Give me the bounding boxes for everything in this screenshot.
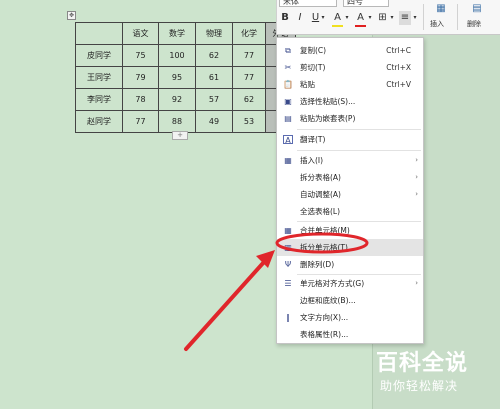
watermark-subtitle: 助你轻松解决 — [380, 379, 459, 393]
watermark: 百科全说 助你轻松解决 — [364, 341, 500, 409]
pointer-arrow-shaft — [184, 260, 266, 351]
highlight-ellipse — [275, 232, 369, 254]
watermark-title: 百科全说 — [376, 351, 469, 376]
